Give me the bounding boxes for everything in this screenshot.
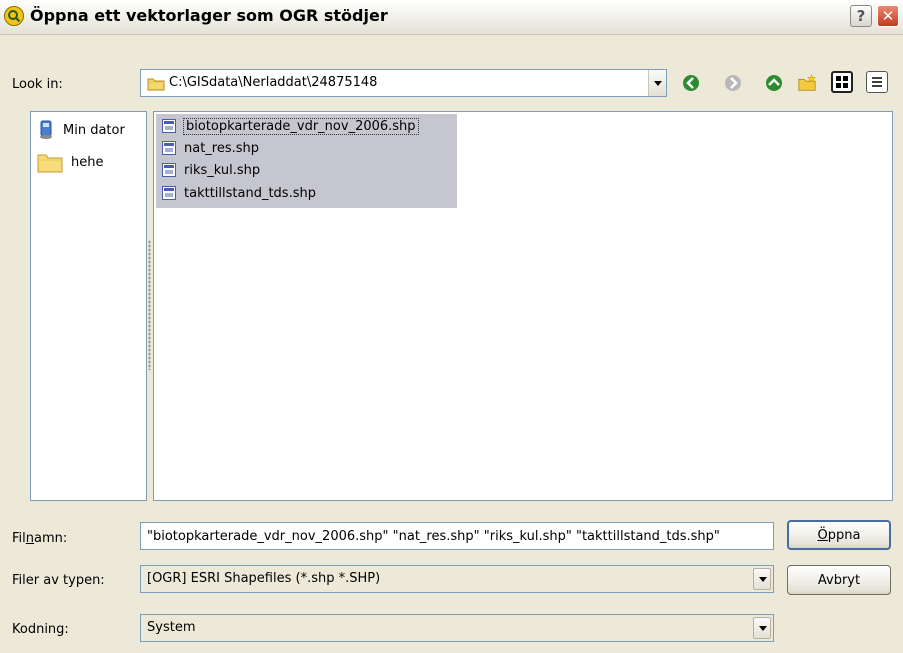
list-view-button[interactable]: [866, 71, 888, 93]
close-button[interactable]: ✕: [877, 5, 899, 27]
file-row[interactable]: nat_res.shp: [162, 137, 259, 159]
shapefile-icon: [162, 141, 176, 155]
folder-icon: [147, 76, 165, 95]
file-row[interactable]: takttillstand_tds.shp: [162, 182, 316, 204]
folder-icon: [37, 154, 63, 173]
sidebar-splitter[interactable]: [148, 240, 151, 370]
filename-label-part: Fil: [12, 531, 26, 546]
sidebar-item-label: hehe: [71, 154, 104, 170]
window-title: Öppna ett vektorlager som OGR stödjer: [30, 6, 388, 25]
file-name: biotopkarterade_vdr_nov_2006.shp: [183, 117, 419, 135]
file-name: nat_res.shp: [184, 140, 260, 156]
filename-input[interactable]: [140, 522, 774, 550]
places-sidebar[interactable]: Min dator hehe: [30, 111, 147, 501]
new-folder-icon[interactable]: [797, 73, 817, 93]
file-name: takttillstand_tds.shp: [184, 185, 316, 201]
detail-view-button[interactable]: [831, 71, 853, 93]
look-in-dropdown-button[interactable]: [648, 70, 666, 96]
forward-icon[interactable]: [723, 73, 743, 93]
filename-label: Filnamn:: [12, 531, 67, 546]
shapefile-icon: [162, 186, 176, 200]
file-row[interactable]: riks_kul.shp: [162, 159, 260, 181]
sidebar-item-min-dator[interactable]: Min dator: [37, 118, 125, 142]
shapefile-icon: [162, 119, 176, 133]
filetype-label: Filer av typen:: [12, 573, 105, 588]
encoding-combobox[interactable]: System: [140, 614, 774, 642]
shapefile-icon: [162, 163, 176, 177]
filename-label-mnemonic: n: [25, 531, 35, 546]
file-row[interactable]: biotopkarterade_vdr_nov_2006.shp: [162, 115, 419, 137]
encoding-value: System: [147, 620, 196, 635]
back-icon[interactable]: [681, 73, 701, 93]
title-bar[interactable]: Öppna ett vektorlager som OGR stödjer ? …: [0, 0, 903, 35]
file-name: riks_kul.shp: [184, 162, 261, 178]
look-in-label: Look in:: [12, 77, 63, 92]
filetype-value: [OGR] ESRI Shapefiles (*.shp *.SHP): [147, 571, 381, 586]
filename-label-part: amn:: [34, 531, 68, 546]
up-folder-icon[interactable]: [764, 73, 784, 93]
open-button[interactable]: Öppna: [787, 520, 891, 550]
help-button[interactable]: ?: [850, 5, 872, 27]
open-button-label: ppna: [827, 527, 861, 543]
look-in-combobox[interactable]: C:\GISdata\Nerladdat\24875148: [140, 69, 667, 97]
detail-view-icon: [836, 76, 848, 88]
filetype-combobox[interactable]: [OGR] ESRI Shapefiles (*.shp *.SHP): [140, 565, 774, 593]
encoding-dropdown-button[interactable]: [753, 617, 771, 639]
sidebar-item-label: Min dator: [63, 122, 125, 138]
open-button-mnemonic: Ö: [817, 527, 828, 543]
cancel-button[interactable]: Avbryt: [787, 565, 891, 595]
file-list[interactable]: biotopkarterade_vdr_nov_2006.shp nat_res…: [153, 111, 893, 501]
sidebar-item-hehe[interactable]: hehe: [37, 150, 103, 174]
encoding-label: Kodning:: [12, 622, 69, 637]
list-view-icon: [872, 77, 882, 87]
filetype-dropdown-button[interactable]: [753, 568, 771, 590]
qgis-app-icon: [4, 6, 24, 26]
computer-icon: [40, 120, 52, 139]
look-in-path: C:\GISdata\Nerladdat\24875148: [169, 75, 378, 90]
